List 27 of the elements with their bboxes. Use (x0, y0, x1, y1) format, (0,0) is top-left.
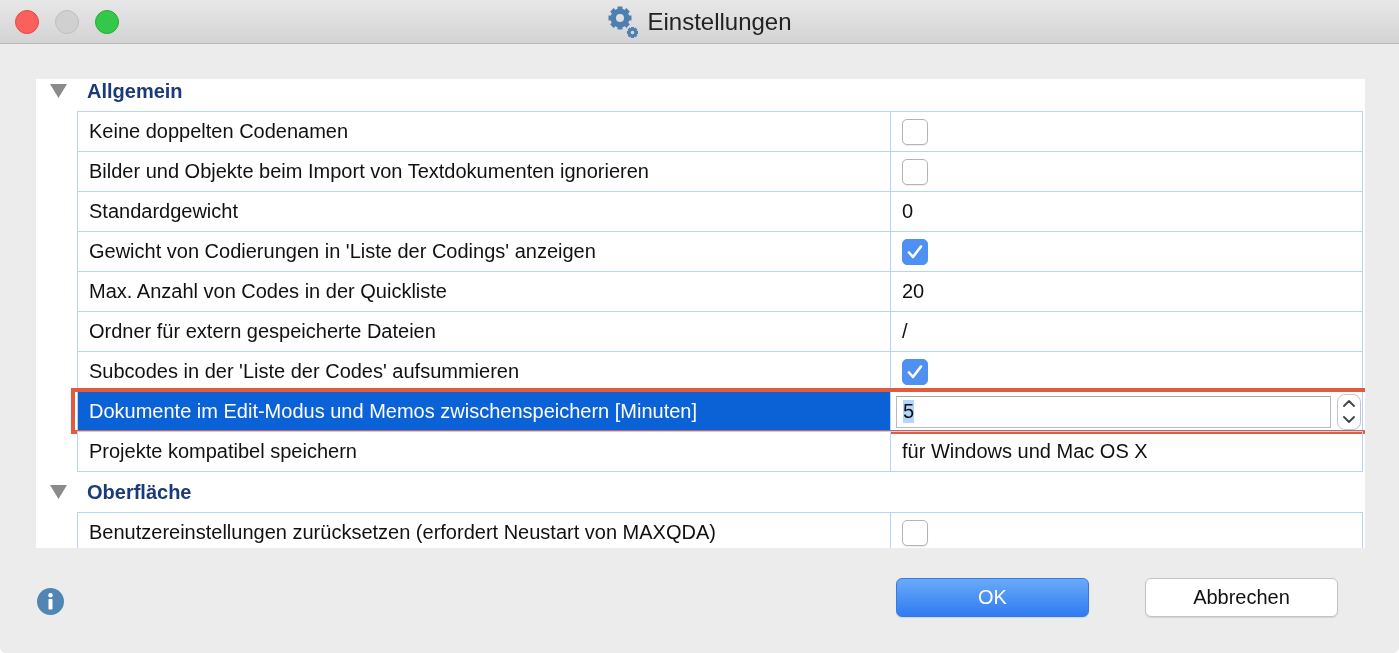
chevron-up-icon (1343, 400, 1355, 407)
setting-value: für Windows und Mac OS X (902, 440, 1148, 463)
setting-value: 20 (902, 280, 925, 303)
stepper[interactable] (1337, 393, 1361, 430)
number-field[interactable]: 5 (896, 395, 1331, 428)
group-title: Oberfläche (87, 480, 192, 504)
checkmark-icon (907, 364, 923, 379)
setting-label[interactable]: Dokumente im Edit-Modus und Memos zwischenspeichern [Minuten] (77, 392, 890, 431)
close-button[interactable] (15, 9, 39, 34)
checkbox[interactable] (902, 238, 928, 265)
gears-icon (607, 4, 640, 39)
group-title: Allgemein (87, 79, 183, 103)
checkbox[interactable] (902, 158, 928, 185)
expanded-triangle-icon[interactable] (50, 485, 67, 499)
zoom-button[interactable] (95, 9, 119, 34)
window-title: Einstellungen (647, 9, 792, 34)
checkbox[interactable] (902, 358, 928, 385)
expanded-triangle-icon[interactable] (50, 84, 67, 98)
checkmark-icon (907, 244, 923, 259)
setting-label[interactable]: Projekte kompatibel speichern (77, 432, 890, 471)
cancel-button[interactable]: Abbrechen (1145, 578, 1338, 617)
chevron-down-icon (1343, 416, 1355, 423)
info-icon[interactable] (37, 588, 64, 615)
setting-value: 0 (902, 200, 914, 223)
checkbox[interactable] (902, 519, 928, 546)
checkbox[interactable] (902, 118, 928, 145)
setting-value: / (902, 320, 908, 343)
